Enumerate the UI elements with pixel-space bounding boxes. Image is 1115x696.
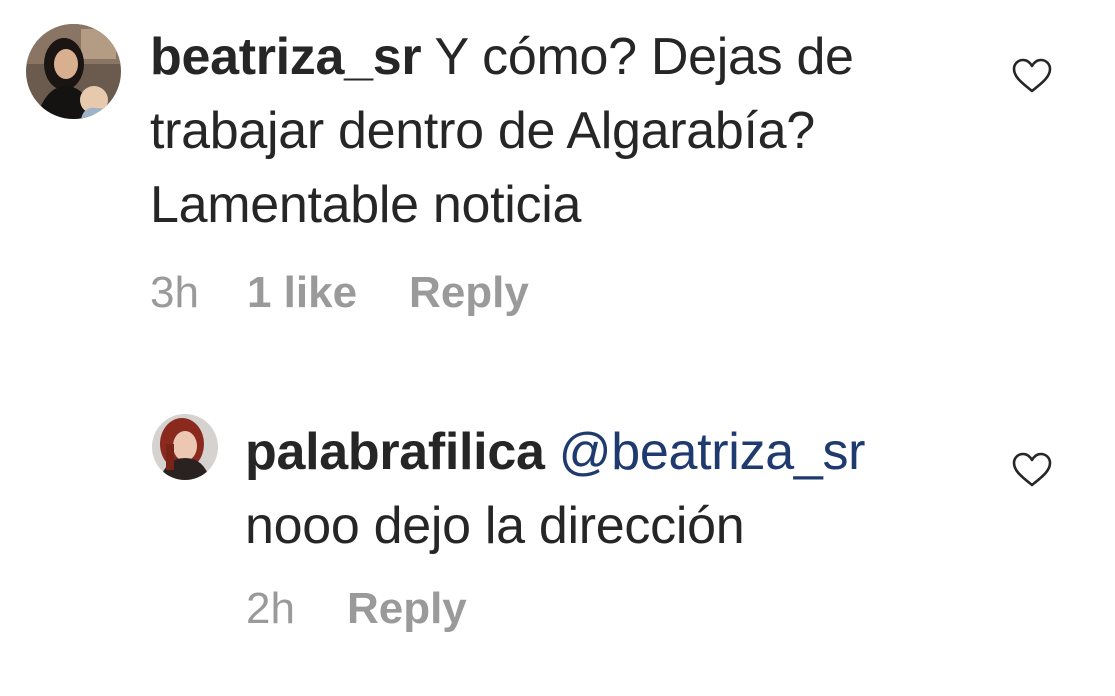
reply-button[interactable]: Reply: [409, 268, 529, 318]
avatar[interactable]: [152, 414, 218, 480]
username-link[interactable]: palabrafilica: [245, 423, 545, 481]
comment-text: beatriza_sr Y cómo? Dejas de trabajar de…: [150, 20, 980, 242]
username-link[interactable]: beatriza_sr: [150, 28, 422, 86]
like-count[interactable]: 1 like: [247, 268, 357, 318]
reply-button[interactable]: Reply: [347, 584, 467, 634]
comment-meta: 3h 1 like Reply: [150, 268, 529, 318]
heart-outline-icon[interactable]: [1012, 58, 1052, 94]
mention-link[interactable]: @beatriza_sr: [559, 423, 866, 481]
heart-outline-icon[interactable]: [1012, 452, 1052, 488]
comment-timestamp[interactable]: 2h: [246, 584, 295, 634]
comment-text: palabrafilica @beatriza_sr nooo dejo la …: [245, 415, 985, 563]
avatar[interactable]: [26, 24, 121, 119]
comment-timestamp[interactable]: 3h: [150, 268, 199, 318]
comment-meta: 2h Reply: [246, 584, 467, 634]
user-avatar-photo-icon: [152, 414, 218, 480]
user-avatar-photo-icon: [26, 24, 121, 119]
comment-message: nooo dejo la dirección: [245, 497, 745, 555]
